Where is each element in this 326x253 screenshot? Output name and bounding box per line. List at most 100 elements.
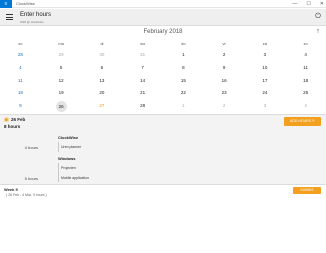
calendar-day[interactable]: 7 (122, 62, 163, 75)
calendar-day[interactable]: 2 (204, 100, 245, 113)
entry-hours: 5 hours (24, 176, 38, 181)
calendar-day[interactable]: 18 (285, 75, 326, 88)
day-number: 4 (304, 52, 307, 57)
day-number: 18 (17, 90, 23, 96)
entry-task[interactable]: Projecten (61, 166, 76, 170)
calendar-grid: 28 29 30 31 1 2 3 4 4 5 6 7 8 9 10 11 11 12 13 14 15 16 17 18 18… (0, 49, 326, 113)
calendar-day[interactable]: 9 (0, 100, 41, 113)
calendar-day[interactable]: 31 (122, 49, 163, 62)
day-number: 24 (262, 90, 268, 96)
calendar-week-row: 4 5 6 7 8 9 10 11 (0, 62, 326, 75)
day-number: 3 (263, 52, 267, 57)
app-icon: ≡ (0, 0, 12, 8)
minimize-icon[interactable]: — (292, 0, 297, 8)
calendar-day[interactable]: 13 (82, 75, 123, 88)
app-header: Enter hours Wk8 @ clockwise ⏻ (0, 9, 326, 26)
calendar-week-row: 18 19 20 21 22 23 24 25 (0, 87, 326, 100)
dow-label: za (262, 41, 267, 46)
calendar-week-row: 9 26 27 28 1 2 3 4 (0, 100, 326, 113)
calendar-day[interactable]: 28 (0, 49, 41, 62)
calendar-day[interactable]: 14 (122, 75, 163, 88)
power-icon[interactable]: ⏻ (314, 13, 322, 21)
calendar-day[interactable]: 30 (82, 49, 123, 62)
entry-task[interactable]: Mobile application (61, 176, 89, 180)
day-number: 31 (140, 52, 146, 57)
calendar-day[interactable]: 11 (0, 75, 41, 88)
day-number: 22 (180, 90, 186, 96)
calendar-day[interactable]: 10 (245, 62, 286, 75)
day-number: 23 (221, 90, 227, 96)
calendar-day[interactable]: 22 (163, 87, 204, 100)
calendar-day[interactable]: 3 (245, 100, 286, 113)
day-number: 11 (18, 77, 23, 83)
day-number: 4 (304, 103, 307, 109)
day-number: 29 (58, 52, 64, 57)
day-number: 3 (263, 103, 267, 109)
close-icon[interactable]: ✕ (320, 0, 324, 8)
calendar-day[interactable]: 19 (41, 87, 82, 100)
calendar-day[interactable]: 3 (245, 49, 286, 62)
day-number: 28 (140, 103, 146, 109)
calendar-day[interactable]: 9 (204, 62, 245, 75)
calendar-day[interactable]: 28 (122, 100, 163, 113)
day-number: 13 (99, 77, 105, 83)
arrow-up-icon[interactable]: ↑ (314, 28, 322, 36)
calendar-day[interactable]: 25 (285, 87, 326, 100)
dow-label: wo (140, 41, 146, 46)
day-number: 9 (222, 64, 226, 70)
calendar-day-selected[interactable]: 26 (41, 100, 82, 113)
submit-button[interactable]: SUBMIT (293, 187, 321, 194)
day-number: 2 (222, 103, 226, 109)
entry-task[interactable]: Uren planner (61, 145, 81, 149)
calendar-day[interactable]: 29 (41, 49, 82, 62)
day-number: 19 (58, 90, 64, 96)
calendar-day[interactable]: 11 (285, 62, 326, 75)
day-number: 1 (182, 103, 185, 109)
window-controls: — ☐ ✕ (292, 0, 324, 8)
hamburger-menu-icon[interactable] (6, 14, 13, 20)
day-number: 9 (19, 103, 22, 109)
calendar-day[interactable]: 18 (0, 87, 41, 100)
calendar-day[interactable]: 15 (163, 75, 204, 88)
week-range: ( 26 Feb - 4 Mar, 9 hours ) (6, 193, 47, 197)
day-number: 4 (19, 64, 22, 70)
calendar-day[interactable]: 4 (285, 49, 326, 62)
day-number: 17 (262, 77, 268, 83)
calendar-day[interactable]: 27 (82, 100, 123, 113)
calendar-day[interactable]: 24 (245, 87, 286, 100)
calendar-day[interactable]: 21 (122, 87, 163, 100)
calendar-day[interactable]: 8 (163, 62, 204, 75)
day-number: 5 (59, 64, 63, 70)
calendar-day[interactable]: 17 (245, 75, 286, 88)
project-name: Windows (58, 156, 76, 161)
day-number: 15 (180, 77, 186, 83)
day-number: 10 (262, 64, 268, 70)
calendar-day[interactable]: 1 (163, 100, 204, 113)
day-number: 11 (303, 64, 308, 70)
calendar-day[interactable]: 12 (41, 75, 82, 88)
calendar-day[interactable]: 4 (0, 62, 41, 75)
dow-label: ma (58, 41, 64, 46)
calendar-day[interactable]: 16 (204, 75, 245, 88)
day-number: 26 (55, 101, 67, 113)
calendar-day[interactable]: 6 (82, 62, 123, 75)
calendar-day-icon: ▣ (4, 117, 9, 123)
day-number: 20 (99, 90, 105, 96)
window-title: ClockWise (16, 1, 35, 6)
entry-line (58, 163, 59, 182)
project-name: ClockWise (58, 135, 79, 140)
total-hours: 8 hours (4, 124, 21, 129)
dow-label: zo (18, 41, 23, 46)
calendar-day[interactable]: 5 (41, 62, 82, 75)
calendar-day[interactable]: 20 (82, 87, 123, 100)
maximize-icon[interactable]: ☐ (306, 0, 310, 8)
day-number: 2 (222, 52, 226, 57)
add-hours-button[interactable]: ADD HOURS ✎ (284, 117, 321, 126)
day-number: 7 (141, 64, 144, 70)
day-number: 14 (140, 77, 146, 83)
calendar-day[interactable]: 23 (204, 87, 245, 100)
calendar-day[interactable]: 2 (204, 49, 245, 62)
calendar-day[interactable]: 1 (163, 49, 204, 62)
week-label: Week 9 (4, 187, 18, 192)
calendar-day[interactable]: 4 (285, 100, 326, 113)
